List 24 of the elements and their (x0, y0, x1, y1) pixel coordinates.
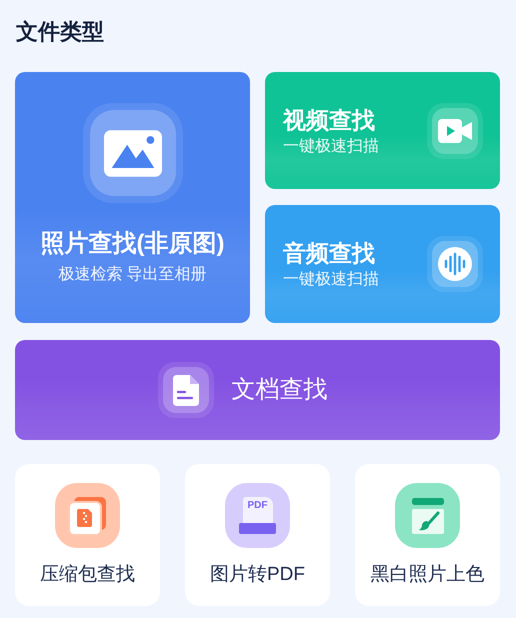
tool-label: 黑白照片上色 (370, 563, 484, 587)
card-title: 文档查找 (232, 375, 328, 405)
files-icon (68, 496, 108, 536)
tool-label: 压缩包查找 (40, 563, 135, 587)
paint-brush-icon (410, 498, 444, 534)
card-subtitle: 一键极速扫描 (283, 270, 379, 290)
pdf-label: PDF (248, 500, 268, 513)
photo-search-card[interactable]: 照片查找(非原图) 极速检索 导出至相册 (15, 72, 250, 323)
tool-label: 图片转PDF (210, 563, 305, 587)
section-title: 文件类型 (16, 18, 105, 46)
card-title: 照片查找(非原图) (40, 229, 224, 259)
search-card[interactable]: 音频查找 一键极速扫描 (265, 205, 500, 323)
image-icon (104, 130, 162, 176)
sound-wave-icon (438, 247, 472, 281)
card-title: 视频查找 (283, 106, 376, 134)
tool-tile[interactable]: 压缩包查找 (15, 464, 160, 606)
document-icon (172, 374, 198, 406)
tool-tile[interactable]: PDF 图片转PDF (185, 464, 330, 606)
card-subtitle: 一键极速扫描 (283, 136, 379, 156)
card-subtitle: 极速检索 导出至相册 (58, 264, 207, 285)
tool-tile[interactable]: 黑白照片上色 (355, 464, 500, 606)
card-title: 音频查找 (283, 239, 376, 268)
document-search-card[interactable]: 文档查找 (15, 340, 500, 440)
video-camera-icon (438, 118, 472, 142)
